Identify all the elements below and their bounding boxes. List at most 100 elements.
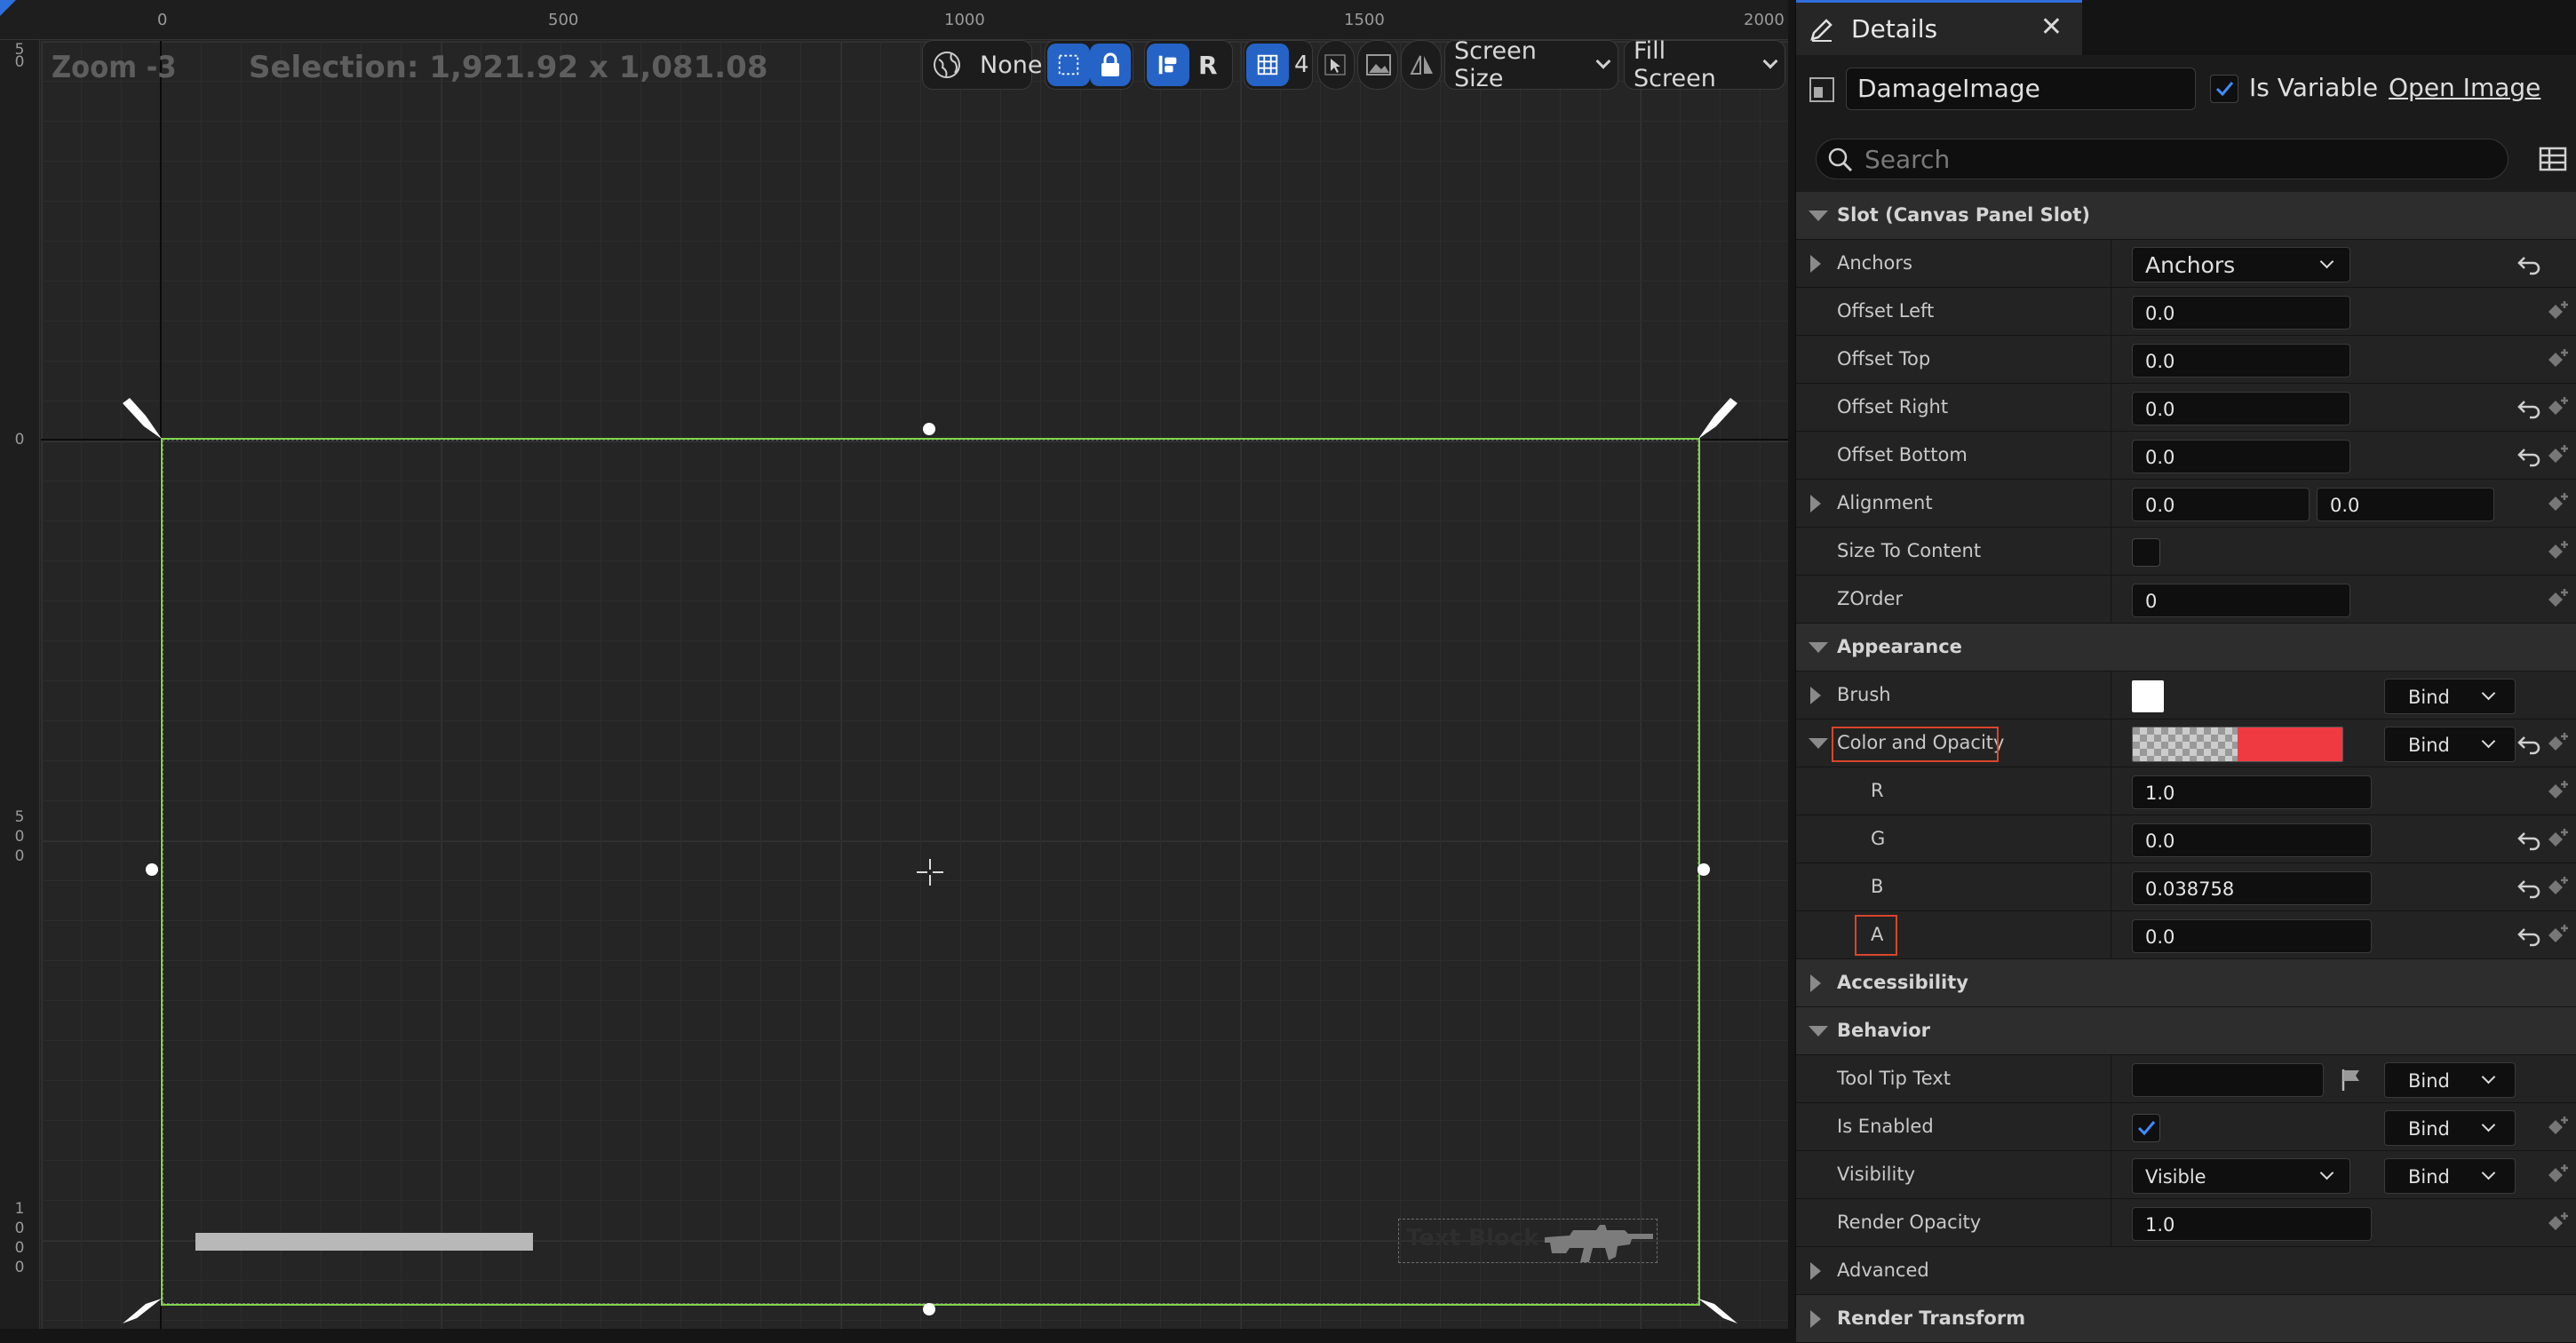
add-keyframe-icon[interactable]: [2545, 537, 2573, 566]
add-keyframe-icon[interactable]: [2545, 1209, 2573, 1237]
brush-swatch[interactable]: [2132, 680, 2164, 712]
reset-icon[interactable]: [2516, 922, 2542, 949]
color-g-field[interactable]: 0.0: [2132, 823, 2372, 857]
flag-icon[interactable]: [2338, 1066, 2365, 1093]
marquee-select-icon[interactable]: [1047, 44, 1090, 86]
add-keyframe-icon[interactable]: [2545, 298, 2573, 326]
anchor-top-left-icon[interactable]: [119, 396, 165, 442]
screen-size-dropdown[interactable]: Screen Size: [1444, 37, 1618, 92]
flip-tool[interactable]: [1401, 40, 1442, 90]
add-keyframe-icon[interactable]: [2545, 825, 2573, 854]
add-keyframe-icon[interactable]: [2545, 729, 2573, 758]
widget-name-field[interactable]: DamageImage: [1846, 68, 2196, 110]
color-swatch[interactable]: [2132, 727, 2343, 762]
resize-handle-top[interactable]: [923, 423, 935, 435]
table-view-icon[interactable]: [2539, 146, 2567, 172]
category-slot[interactable]: Slot (Canvas Panel Slot): [1796, 192, 2576, 240]
tab-details[interactable]: Details ✕: [1796, 0, 2082, 55]
expand-arrow-icon[interactable]: [1810, 495, 1821, 513]
lock-icon[interactable]: [1090, 44, 1131, 86]
anchor-bottom-left-icon[interactable]: [119, 1297, 165, 1329]
reset-icon[interactable]: [2516, 730, 2542, 757]
image-tool[interactable]: [1357, 40, 1398, 90]
reset-icon[interactable]: [2516, 442, 2542, 469]
expand-arrow-icon[interactable]: [1809, 642, 1828, 653]
category-render-transform[interactable]: Render Transform: [1796, 1295, 2576, 1343]
zorder-field[interactable]: 0: [2132, 584, 2350, 617]
bind-dropdown[interactable]: Bind: [2384, 1062, 2516, 1098]
resize-handle-left[interactable]: [146, 863, 158, 876]
fill-screen-dropdown[interactable]: Fill Screen: [1624, 37, 1785, 92]
expand-arrow-icon[interactable]: [1809, 738, 1828, 749]
flip-icon[interactable]: [1402, 44, 1443, 86]
expand-arrow-icon[interactable]: [1810, 1262, 1821, 1280]
health-bar-widget[interactable]: [195, 1233, 533, 1251]
offset-left-field[interactable]: 0.0: [2132, 296, 2350, 330]
reset-icon[interactable]: [2516, 394, 2542, 421]
expand-arrow-icon[interactable]: [1810, 255, 1821, 273]
resize-handle-right[interactable]: [1697, 863, 1710, 876]
add-keyframe-icon[interactable]: [2545, 1161, 2573, 1189]
add-keyframe-icon[interactable]: [2545, 777, 2573, 806]
anchors-dropdown[interactable]: Anchors: [2132, 247, 2350, 282]
add-keyframe-icon[interactable]: [2545, 346, 2573, 374]
offset-bottom-field[interactable]: 0.0: [2132, 440, 2350, 473]
designer-viewport[interactable]: 0 500 1000 1500 2000 5 0 0 5 0 0 1 0 0 0…: [0, 0, 1788, 1329]
grid-snap-value[interactable]: 4: [1289, 44, 1315, 86]
ammo-text-block[interactable]: Text Block: [1406, 1225, 1538, 1252]
search-box[interactable]: [1816, 139, 2508, 179]
render-opacity-field[interactable]: 1.0: [2132, 1207, 2372, 1241]
world-none-label[interactable]: None: [971, 44, 1051, 86]
is-variable-checkbox[interactable]: [2210, 75, 2238, 103]
bind-dropdown[interactable]: Bind: [2384, 1158, 2516, 1194]
add-keyframe-icon[interactable]: [2545, 489, 2573, 518]
color-b-field[interactable]: 0.038758: [2132, 871, 2372, 905]
layout-icon[interactable]: [1147, 44, 1189, 86]
bind-dropdown[interactable]: Bind: [2384, 727, 2516, 762]
image-icon[interactable]: [1358, 44, 1399, 86]
category-appearance[interactable]: Appearance: [1796, 624, 2576, 672]
add-keyframe-icon[interactable]: [2545, 921, 2573, 950]
size-to-content-checkbox[interactable]: [2132, 538, 2160, 567]
add-keyframe-icon[interactable]: [2545, 393, 2573, 422]
cursor-icon[interactable]: [1318, 44, 1352, 86]
selection-tools-group[interactable]: [1045, 40, 1133, 90]
offset-right-field[interactable]: 0.0: [2132, 392, 2350, 425]
visibility-dropdown[interactable]: Visible: [2132, 1158, 2350, 1194]
color-r-field[interactable]: 1.0: [2132, 775, 2372, 809]
close-icon[interactable]: ✕: [2040, 12, 2063, 43]
bind-dropdown[interactable]: Bind: [2384, 1110, 2516, 1146]
alignment-y-field[interactable]: 0.0: [2317, 488, 2494, 521]
open-image-link[interactable]: Open Image: [2389, 73, 2540, 102]
add-keyframe-icon[interactable]: [2545, 873, 2573, 902]
add-keyframe-icon[interactable]: [2545, 585, 2573, 614]
reset-icon[interactable]: [2516, 826, 2542, 853]
prop-advanced[interactable]: Advanced: [1796, 1247, 2576, 1295]
add-keyframe-icon[interactable]: [2545, 441, 2573, 470]
cursor-tool[interactable]: [1317, 40, 1355, 90]
add-keyframe-icon[interactable]: [2545, 1113, 2573, 1141]
expand-arrow-icon[interactable]: [1809, 1026, 1828, 1037]
reset-icon[interactable]: [2516, 250, 2542, 277]
expand-arrow-icon[interactable]: [1810, 1310, 1821, 1328]
tooltip-field[interactable]: [2132, 1063, 2324, 1097]
pivot-crosshair-icon[interactable]: [917, 859, 943, 886]
ammo-widget[interactable]: Text Block: [1398, 1219, 1658, 1263]
grid-icon[interactable]: [1246, 44, 1289, 86]
globe-icon[interactable]: [923, 44, 971, 86]
search-input[interactable]: [1864, 143, 2486, 175]
bind-dropdown[interactable]: Bind: [2384, 679, 2516, 714]
offset-top-field[interactable]: 0.0: [2132, 344, 2350, 377]
anchor-top-right-icon[interactable]: [1695, 396, 1741, 442]
is-enabled-checkbox[interactable]: [2132, 1114, 2160, 1142]
layout-tools-group[interactable]: R: [1144, 40, 1233, 90]
color-a-field[interactable]: 0.0: [2132, 919, 2372, 953]
expand-arrow-icon[interactable]: [1809, 211, 1828, 221]
world-toggle-group[interactable]: None: [922, 40, 1042, 90]
reset-icon[interactable]: [2516, 874, 2542, 901]
resize-handle-bottom[interactable]: [923, 1303, 935, 1315]
category-behavior[interactable]: Behavior: [1796, 1007, 2576, 1055]
respect-locks-button[interactable]: R: [1189, 44, 1227, 86]
expand-arrow-icon[interactable]: [1810, 974, 1821, 992]
anchor-bottom-right-icon[interactable]: [1695, 1297, 1741, 1329]
